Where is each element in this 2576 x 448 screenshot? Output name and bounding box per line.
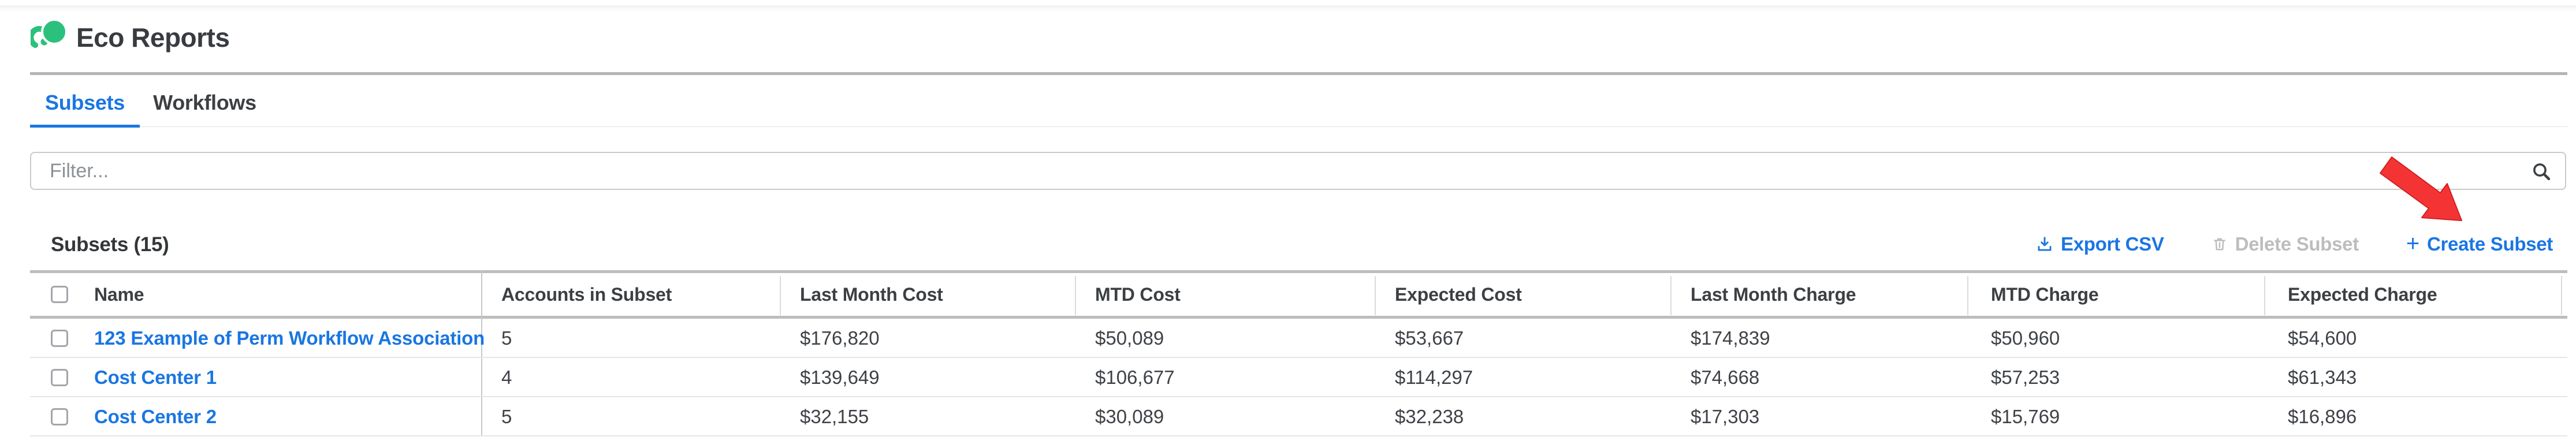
cell-mtd-charge: $15,769 (1991, 397, 2060, 436)
header-col-separator (1967, 276, 1968, 315)
row-divider (30, 435, 2567, 436)
cell-expected-charge: $54,600 (2288, 319, 2357, 358)
download-icon (2036, 236, 2053, 253)
section-title: Subsets (15) (51, 231, 169, 259)
col-header-expected-cost: Expected Cost (1395, 273, 1522, 316)
cell-expected-cost: $53,667 (1395, 319, 1464, 358)
col-header-accounts-in-subset: Accounts in Subset (501, 273, 672, 316)
col-header-mtd-charge: MTD Charge (1991, 273, 2098, 316)
table-row: 123 Example of Perm Workflow Association… (0, 319, 2576, 358)
cell-last-month-charge: $174,839 (1691, 319, 1770, 358)
row-checkbox[interactable] (51, 408, 68, 425)
cell-mtd-cost: $30,089 (1095, 397, 1164, 436)
plus-icon: + (2406, 232, 2419, 255)
header-divider (30, 72, 2567, 75)
filter-input[interactable] (30, 152, 2566, 190)
cell-expected-cost: $32,238 (1395, 397, 1464, 436)
header-col-separator (1075, 276, 1076, 315)
cell-last-month-cost: $176,820 (800, 319, 880, 358)
cell-mtd-charge: $50,960 (1991, 319, 2060, 358)
row-checkbox[interactable] (51, 330, 68, 347)
tab-workflows[interactable]: Workflows (140, 89, 270, 116)
eco-logo-icon (31, 19, 68, 56)
export-csv-label: Export CSV (2061, 233, 2164, 255)
cell-mtd-cost: $50,089 (1095, 319, 1164, 358)
export-csv-button[interactable]: Export CSV (2036, 233, 2164, 255)
table-header-row: Name Accounts in Subset Last Month Cost … (0, 273, 2576, 316)
create-subset-label: Create Subset (2427, 233, 2553, 255)
col-header-name: Name (94, 273, 144, 316)
trash-icon (2212, 236, 2228, 252)
search-icon[interactable] (2531, 161, 2552, 182)
cell-last-month-charge: $17,303 (1691, 397, 1759, 436)
cell-expected-cost: $114,297 (1395, 358, 1473, 397)
tab-subsets[interactable]: Subsets (30, 89, 140, 116)
cell-last-month-cost: $139,649 (800, 358, 880, 397)
cell-mtd-cost: $106,677 (1095, 358, 1175, 397)
col-header-mtd-cost: MTD Cost (1095, 273, 1181, 316)
eco-reports-page: Eco Reports Subsets Workflows Subsets (1… (0, 0, 2576, 448)
table-actions: Export CSV Delete Subset + Create Subset (2036, 230, 2553, 258)
tabbar-baseline (30, 126, 2567, 127)
header-col-separator (1670, 276, 1672, 315)
page-title: Eco Reports (76, 21, 229, 54)
row-name-link[interactable]: 123 Example of Perm Workflow Association (94, 319, 485, 358)
top-shadow (0, 6, 2576, 12)
row-name-link[interactable]: Cost Center 1 (94, 358, 217, 397)
cell-last-month-cost: $32,155 (800, 397, 869, 436)
header-col-separator (2561, 276, 2562, 315)
row-name-link[interactable]: Cost Center 2 (94, 397, 217, 436)
delete-subset-label: Delete Subset (2235, 233, 2359, 255)
cell-expected-charge: $61,343 (2288, 358, 2357, 397)
table-row: Cost Center 2 5 $32,155 $30,089 $32,238 … (0, 397, 2576, 436)
col-header-last-month-cost: Last Month Cost (800, 273, 943, 316)
create-subset-button[interactable]: + Create Subset (2406, 233, 2553, 256)
select-all-checkbox[interactable] (51, 286, 68, 303)
header-col-separator (2264, 276, 2265, 315)
table-row: Cost Center 1 4 $139,649 $106,677 $114,2… (0, 358, 2576, 397)
cell-expected-charge: $16,896 (2288, 397, 2357, 436)
cell-accounts-in-subset: 5 (501, 319, 512, 358)
cell-accounts-in-subset: 4 (501, 358, 512, 397)
row-checkbox[interactable] (51, 369, 68, 386)
cell-accounts-in-subset: 5 (501, 397, 512, 436)
cell-mtd-charge: $57,253 (1991, 358, 2060, 397)
header-col-separator (780, 276, 781, 315)
active-tab-underline (30, 125, 140, 128)
cell-last-month-charge: $74,668 (1691, 358, 1759, 397)
col-header-expected-charge: Expected Charge (2288, 273, 2437, 316)
col-header-last-month-charge: Last Month Charge (1691, 273, 1856, 316)
delete-subset-button[interactable]: Delete Subset (2212, 233, 2359, 255)
header-col-separator (1375, 276, 1376, 315)
